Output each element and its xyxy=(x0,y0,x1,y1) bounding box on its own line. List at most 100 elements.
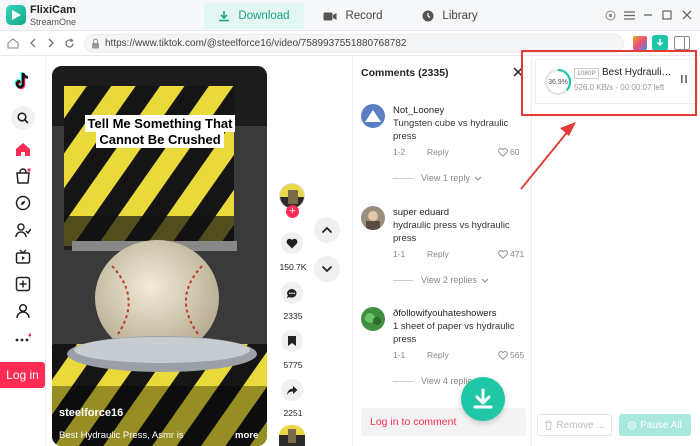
search-icon[interactable] xyxy=(11,106,35,130)
minimize-icon[interactable] xyxy=(641,8,655,22)
title-bar: FlixiCam StreamOne Download Record Libra… xyxy=(0,0,700,31)
tab-record-label: Record xyxy=(345,10,383,22)
settings-icon[interactable] xyxy=(603,8,617,22)
chevron-down-icon xyxy=(474,176,482,181)
heart-icon xyxy=(286,238,298,248)
view-replies-button[interactable]: View 2 replies xyxy=(393,275,489,285)
login-button[interactable]: Log in xyxy=(0,362,45,388)
video-username[interactable]: steelforce16 xyxy=(59,407,123,419)
comment-username[interactable]: ðfollowifyouhateshowers xyxy=(393,308,497,319)
video-player[interactable]: Tell Me Something That Cannot Be Crushed… xyxy=(52,66,267,446)
forward-icon[interactable] xyxy=(44,36,58,50)
chevron-down-icon xyxy=(321,265,333,273)
previous-video-button[interactable] xyxy=(314,217,340,243)
save-count: 5775 xyxy=(283,360,303,370)
reply-button[interactable]: Reply xyxy=(427,350,449,360)
comment-icon xyxy=(287,288,297,298)
comment-text: Tungsten cube vs hydraulic press xyxy=(393,118,509,142)
reply-button[interactable]: Reply xyxy=(427,147,449,157)
close-icon[interactable] xyxy=(680,8,694,22)
comments-panel: Comments (2335) Not_Looney Tungsten cube… xyxy=(352,57,530,446)
login-to-comment[interactable]: Log in to comment xyxy=(361,408,526,436)
video-description: Best Hydraulic Press, Asmr is xyxy=(59,430,184,441)
tiktok-logo-icon[interactable] xyxy=(11,69,35,93)
explore-icon[interactable] xyxy=(11,191,35,215)
share-button[interactable] xyxy=(281,379,303,401)
avatar[interactable] xyxy=(361,104,385,128)
app-logo xyxy=(6,5,26,25)
save-button[interactable] xyxy=(281,330,303,352)
comment-item: Not_Looney Tungsten cube vs hydraulic pr… xyxy=(361,104,531,194)
download-arrow-icon xyxy=(473,388,493,409)
next-video-button[interactable] xyxy=(314,256,340,282)
app-subtitle: StreamOne xyxy=(30,17,77,27)
like-count: 150.7K xyxy=(279,262,307,272)
comment-like-button[interactable]: 60 xyxy=(498,147,519,157)
tab-library[interactable]: Library xyxy=(418,3,482,29)
comment-date: 1-2 xyxy=(393,147,406,157)
trash-icon xyxy=(545,420,553,430)
annotation-highlight-box xyxy=(521,50,697,116)
comment-like-button[interactable]: 471 xyxy=(498,249,524,259)
shop-icon[interactable] xyxy=(11,164,35,188)
remove-label: Remove ... xyxy=(556,419,605,431)
chevron-down-icon xyxy=(481,278,489,283)
tab-download[interactable]: Download xyxy=(204,3,304,29)
download-video-button[interactable] xyxy=(461,377,505,421)
maximize-icon[interactable] xyxy=(660,8,674,22)
comment-username[interactable]: Not_Looney xyxy=(393,105,444,116)
reply-button[interactable]: Reply xyxy=(427,249,449,259)
home-icon[interactable] xyxy=(6,36,20,50)
view-replies-button[interactable]: View 1 reply xyxy=(393,173,482,183)
heart-outline-icon xyxy=(498,350,508,360)
url-input[interactable] xyxy=(105,36,605,51)
share-icon xyxy=(287,385,298,395)
comment-item: ðfollowifyouhateshowers 1 sheet of paper… xyxy=(361,307,531,397)
pause-all-icon xyxy=(628,420,637,430)
avatar[interactable] xyxy=(361,307,385,331)
tab-record[interactable]: Record xyxy=(318,3,388,29)
heart-outline-icon xyxy=(498,147,508,157)
pause-all-button[interactable]: Pause All xyxy=(619,414,691,436)
pause-all-label: Pause All xyxy=(640,419,682,431)
like-button[interactable] xyxy=(281,232,303,254)
more-icon[interactable] xyxy=(11,326,35,350)
avatar[interactable] xyxy=(361,206,385,230)
back-icon[interactable] xyxy=(26,36,40,50)
profile-icon[interactable] xyxy=(11,299,35,323)
comment-text: hydraulic press vs hydraulic press xyxy=(393,220,510,244)
comment-like-button[interactable]: 565 xyxy=(498,350,524,360)
heart-outline-icon xyxy=(498,249,508,259)
extension-icon[interactable] xyxy=(633,36,647,50)
comment-like-count: 60 xyxy=(510,147,520,157)
comment-username[interactable]: super eduard xyxy=(393,207,449,218)
share-count: 2251 xyxy=(283,408,303,418)
clock-icon xyxy=(422,10,434,22)
sound-disc-icon[interactable] xyxy=(279,425,305,446)
comment-text: 1 sheet of paper vs hydraulic press xyxy=(393,321,515,345)
camera-icon xyxy=(323,11,337,22)
comment-count: 2335 xyxy=(283,311,303,321)
lock-icon xyxy=(91,38,100,52)
chevron-up-icon xyxy=(321,226,333,234)
video-more-link[interactable]: more xyxy=(235,430,258,441)
live-icon[interactable] xyxy=(11,245,35,269)
refresh-icon[interactable] xyxy=(62,36,76,50)
comment-item: super eduard hydraulic press vs hydrauli… xyxy=(361,206,531,296)
panel-toggle-icon[interactable] xyxy=(674,36,690,50)
tab-download-label: Download xyxy=(238,10,290,22)
home-feed-icon[interactable] xyxy=(11,137,35,161)
follow-plus-icon[interactable]: + xyxy=(286,205,299,218)
comment-like-count: 565 xyxy=(510,350,525,360)
download-queue-icon[interactable] xyxy=(652,35,668,51)
comment-button[interactable] xyxy=(281,282,303,304)
upload-icon[interactable] xyxy=(11,272,35,296)
video-caption: Tell Me Something That Cannot Be Crushed xyxy=(78,115,242,148)
comment-date: 1-1 xyxy=(393,350,406,360)
tab-library-label: Library xyxy=(442,10,478,22)
following-icon[interactable] xyxy=(11,218,35,242)
tiktok-sidebar: Log in xyxy=(0,57,46,446)
menu-icon[interactable] xyxy=(622,8,636,22)
remove-button[interactable]: Remove ... xyxy=(537,414,612,436)
comment-like-count: 471 xyxy=(510,249,525,259)
